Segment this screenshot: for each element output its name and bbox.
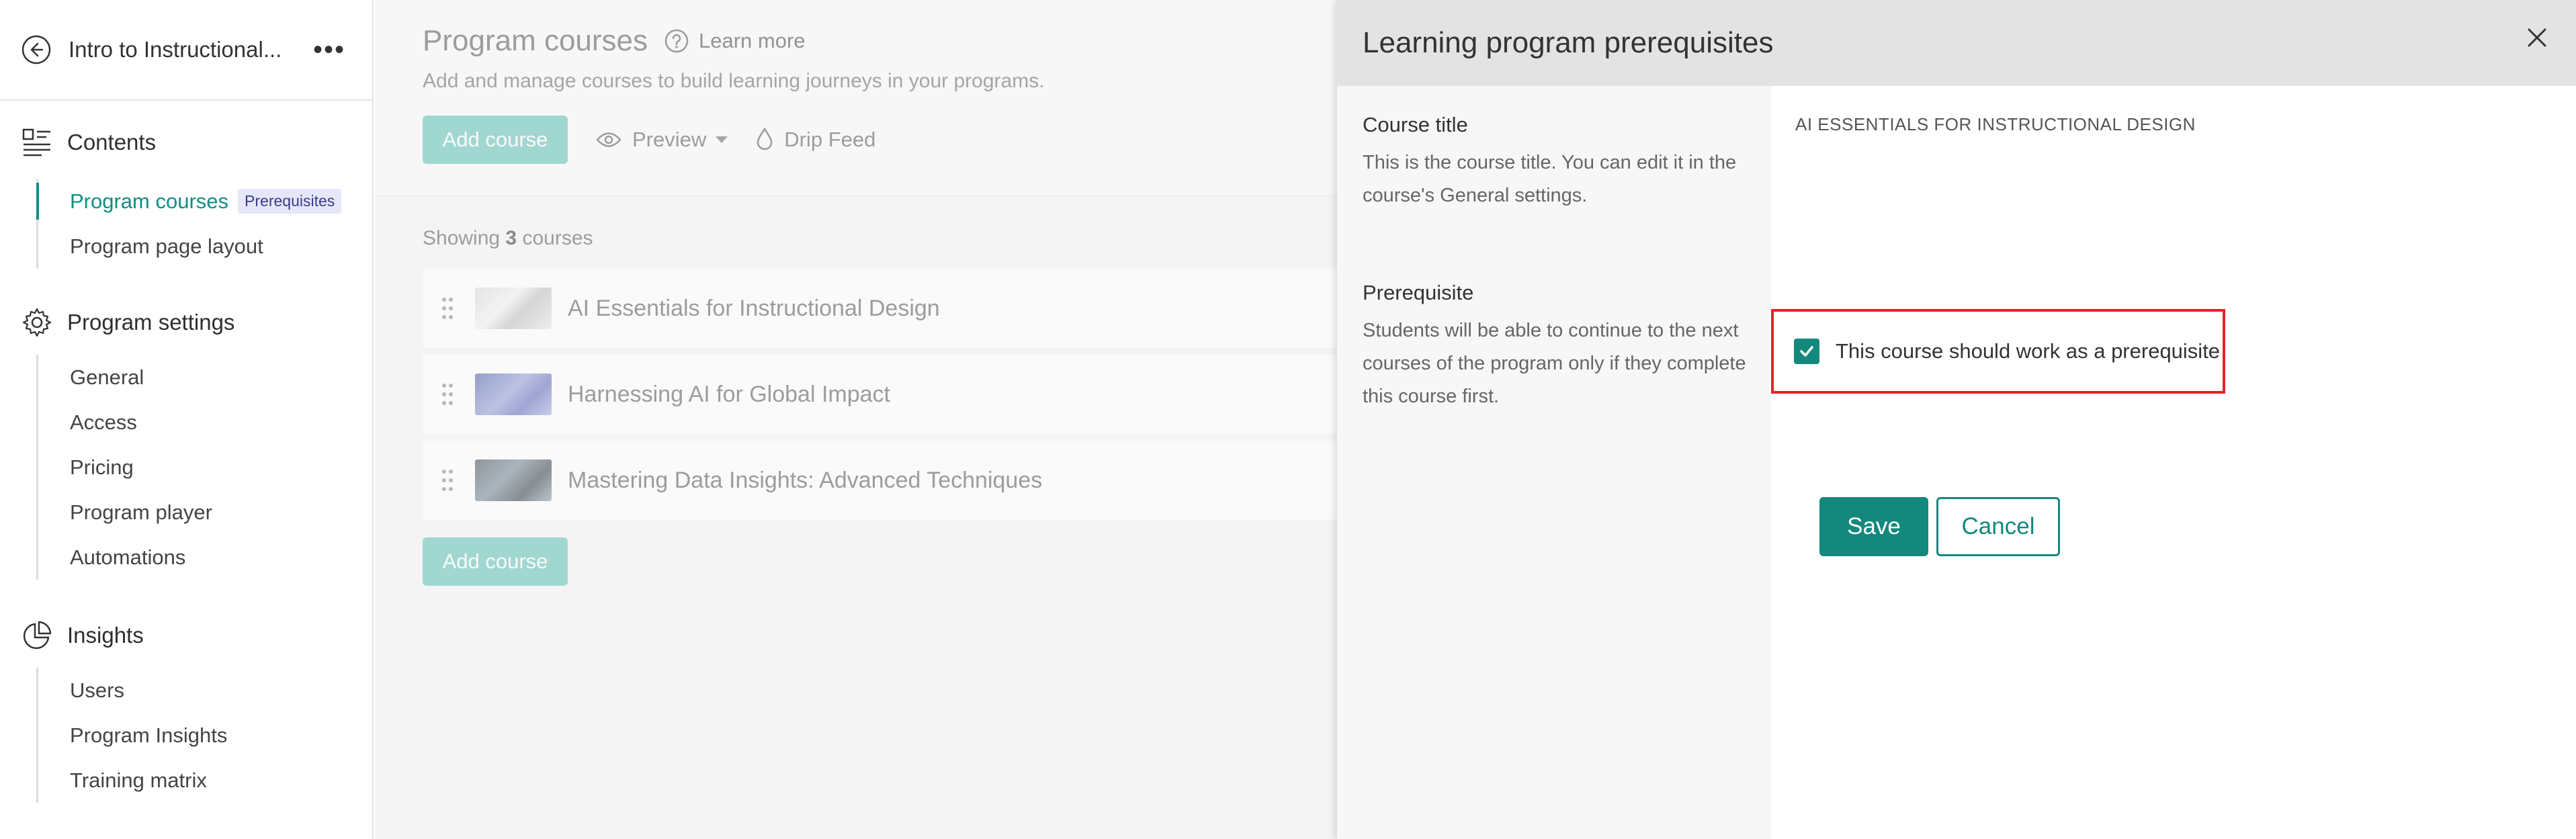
course-count: 3 xyxy=(505,227,517,249)
panel-body: Course title This is the course title. Y… xyxy=(1337,86,2576,839)
panel-field-descriptions: Course title This is the course title. Y… xyxy=(1337,86,1771,839)
sidebar-item-label: General xyxy=(70,365,144,389)
program-title: Intro to Instructional... xyxy=(69,37,282,62)
sidebar-item-access[interactable]: Access xyxy=(38,400,372,445)
course-list-area: Showing 3 courses AI Essentials for Inst… xyxy=(375,196,1363,586)
back-arrow-icon[interactable] xyxy=(20,34,52,66)
main-content: Program courses Learn more Add and manag… xyxy=(375,0,1363,839)
learn-more-link[interactable]: Learn more xyxy=(699,29,806,53)
course-thumbnail xyxy=(475,373,552,415)
more-options-icon[interactable]: ••• xyxy=(313,35,345,65)
course-name: Harnessing AI for Global Impact xyxy=(568,381,891,407)
contents-icon xyxy=(22,128,50,157)
panel-field-values: AI ESSENTIALS FOR INSTRUCTIONAL DESIGN T… xyxy=(1771,86,2576,839)
sidebar-item-label: Program player xyxy=(70,500,212,524)
drop-icon xyxy=(757,128,773,150)
showing-prefix: Showing xyxy=(423,227,501,249)
prerequisite-label: Prerequisite xyxy=(1363,281,1474,304)
section-contents: Contents Program courses Prerequisites P… xyxy=(0,122,372,269)
prerequisite-checkbox[interactable] xyxy=(1794,339,1819,364)
insights-list: Users Program Insights Training matrix xyxy=(36,668,372,803)
showing-suffix: courses xyxy=(522,227,593,249)
sidebar-item-program-player[interactable]: Program player xyxy=(38,490,372,535)
sidebar-item-label: Program courses xyxy=(70,189,229,213)
prerequisites-panel: Learning program prerequisites Course ti… xyxy=(1337,0,2576,839)
course-thumbnail xyxy=(475,288,552,329)
drag-handle-icon[interactable] xyxy=(440,468,455,493)
section-label: Contents xyxy=(67,130,157,154)
course-title-description: This is the course title. You can edit i… xyxy=(1363,152,1737,206)
course-row[interactable]: Harnessing AI for Global Impact xyxy=(423,355,1363,434)
course-name: Mastering Data Insights: Advanced Techni… xyxy=(568,467,1043,493)
sidebar-item-label: Program Insights xyxy=(70,723,228,747)
section-program-settings: Program settings General Access Pricing … xyxy=(0,302,372,580)
section-contents-header[interactable]: Contents xyxy=(0,122,372,163)
course-title-label: Course title xyxy=(1363,113,1468,136)
preview-dropdown[interactable]: Preview xyxy=(596,128,728,152)
course-list: AI Essentials for Instructional Design H… xyxy=(423,269,1363,520)
toolbar: Add course Preview Drip Feed xyxy=(423,116,1337,164)
drag-handle-icon[interactable] xyxy=(440,382,455,407)
course-thumbnail xyxy=(475,459,552,501)
panel-title: Learning program prerequisites xyxy=(1363,26,1774,59)
cancel-button[interactable]: Cancel xyxy=(1936,497,2060,556)
section-settings-header[interactable]: Program settings xyxy=(0,302,372,343)
drag-handle-icon[interactable] xyxy=(440,296,455,321)
help-icon[interactable] xyxy=(664,28,689,54)
sidebar-header: Intro to Instructional... ••• xyxy=(0,0,372,101)
main-header: Program courses Learn more Add and manag… xyxy=(375,0,1337,196)
prerequisite-checkbox-label[interactable]: This course should work as a prerequisit… xyxy=(1836,339,2220,363)
sidebar-item-pricing[interactable]: Pricing xyxy=(38,445,372,490)
add-course-button[interactable]: Add course xyxy=(423,116,568,164)
showing-count: Showing 3 courses xyxy=(423,227,1337,250)
eye-icon xyxy=(596,132,621,147)
sidebar-item-automations[interactable]: Automations xyxy=(38,535,372,580)
sidebar-item-users[interactable]: Users xyxy=(38,668,372,713)
sidebar-item-training-matrix[interactable]: Training matrix xyxy=(38,758,372,803)
settings-list: General Access Pricing Program player Au… xyxy=(36,355,372,580)
save-button[interactable]: Save xyxy=(1819,497,1928,556)
add-course-button-bottom[interactable]: Add course xyxy=(423,537,568,586)
page-subtitle: Add and manage courses to build learning… xyxy=(423,70,1045,92)
sidebar-item-label: Automations xyxy=(70,545,186,569)
sidebar: Intro to Instructional... ••• Contents P… xyxy=(0,0,374,839)
sidebar-item-general[interactable]: General xyxy=(38,355,372,400)
course-row[interactable]: AI Essentials for Instructional Design xyxy=(423,269,1363,348)
sidebar-item-label: Access xyxy=(70,410,137,434)
sidebar-item-program-page-layout[interactable]: Program page layout xyxy=(38,224,372,269)
page-title: Program courses xyxy=(423,24,648,57)
section-label: Program settings xyxy=(67,310,235,335)
section-insights: Insights Users Program Insights Training… xyxy=(0,615,372,803)
drip-feed-label: Drip Feed xyxy=(784,128,876,151)
section-insights-header[interactable]: Insights xyxy=(0,615,372,656)
contents-list: Program courses Prerequisites Program pa… xyxy=(36,179,372,269)
sidebar-item-label: Training matrix xyxy=(70,768,207,792)
course-title-value: AI ESSENTIALS FOR INSTRUCTIONAL DESIGN xyxy=(1795,114,2196,134)
sidebar-item-label: Pricing xyxy=(70,455,134,479)
preview-label: Preview xyxy=(632,128,707,151)
prerequisites-badge: Prerequisites xyxy=(238,189,342,214)
prerequisite-checkbox-highlight: This course should work as a prerequisit… xyxy=(1771,309,2225,394)
prerequisite-description: Students will be able to continue to the… xyxy=(1363,320,1746,407)
pie-chart-icon xyxy=(23,621,52,650)
gear-icon xyxy=(22,308,52,337)
sidebar-item-program-insights[interactable]: Program Insights xyxy=(38,713,372,758)
course-name: AI Essentials for Instructional Design xyxy=(568,295,940,321)
course-row[interactable]: Mastering Data Insights: Advanced Techni… xyxy=(423,441,1363,520)
close-icon[interactable] xyxy=(2524,24,2550,51)
sidebar-item-label: Program page layout xyxy=(70,234,263,258)
panel-header: Learning program prerequisites xyxy=(1337,0,2576,86)
sidebar-item-program-courses[interactable]: Program courses Prerequisites xyxy=(36,179,372,224)
check-icon xyxy=(1800,346,1813,357)
section-label: Insights xyxy=(67,623,144,648)
chevron-down-icon xyxy=(716,136,728,143)
sidebar-item-label: Users xyxy=(70,678,124,702)
drip-feed-button[interactable]: Drip Feed xyxy=(756,128,875,152)
